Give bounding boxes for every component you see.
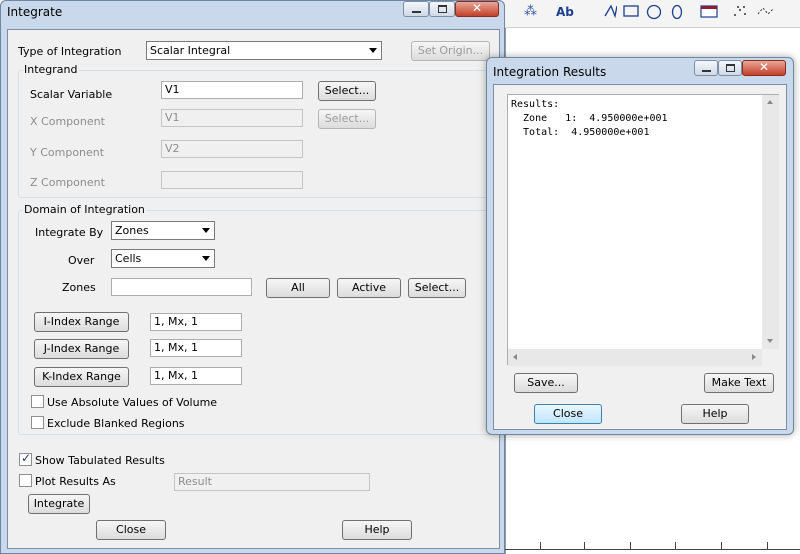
z-component-field[interactable] xyxy=(161,171,303,189)
maximize-button[interactable] xyxy=(429,1,455,17)
make-text-button[interactable]: Make Text xyxy=(704,373,774,393)
plot-results-field[interactable]: Result xyxy=(174,473,370,491)
scroll-left-icon[interactable] xyxy=(513,354,517,360)
text-icon[interactable]: Ab xyxy=(556,5,574,19)
ellipse-icon[interactable] xyxy=(670,4,684,24)
show-tabulated-checkbox[interactable] xyxy=(19,451,32,466)
results-close-button[interactable]: Close xyxy=(534,404,602,424)
results-line: Zone 1: 4.950000e+001 xyxy=(511,113,668,124)
rectangle-icon[interactable] xyxy=(623,5,639,21)
integrate-dialog: Integrate ✕ Type of Integration Scalar I… xyxy=(0,0,505,554)
scalar-variable-field[interactable]: V1 xyxy=(161,81,303,99)
axis-tick xyxy=(767,542,768,550)
domain-legend: Domain of Integration xyxy=(23,203,146,216)
integrate-close-button[interactable]: Close xyxy=(96,520,166,540)
zones-active-button[interactable]: Active xyxy=(337,278,401,298)
close-window-button[interactable]: ✕ xyxy=(455,1,499,17)
absolute-volume-checkbox[interactable] xyxy=(31,395,44,408)
minimize-button[interactable] xyxy=(403,1,429,17)
plot-results-checkbox[interactable] xyxy=(19,474,32,487)
i-index-field[interactable]: 1, Mx, 1 xyxy=(150,313,242,331)
results-body: Results: Zone 1: 4.950000e+001 Total: 4.… xyxy=(493,84,787,430)
axis-tick xyxy=(721,542,722,550)
zones-label: Zones xyxy=(62,281,96,294)
axis-tick xyxy=(675,542,676,550)
scroll-down-icon[interactable] xyxy=(767,339,773,343)
j-index-range-button[interactable]: J-Index Range xyxy=(34,339,129,359)
line-icon[interactable] xyxy=(603,4,618,22)
plot-results-label: Plot Results As xyxy=(35,475,116,488)
axis-tick xyxy=(630,542,631,550)
results-line: Total: 4.950000e+001 xyxy=(511,127,650,138)
results-dialog: Integration Results ✕ Results: Zone 1: 4… xyxy=(486,57,794,435)
frame-icon[interactable] xyxy=(700,5,718,22)
circle-icon[interactable] xyxy=(646,4,662,24)
show-tabulated-label: Show Tabulated Results xyxy=(35,454,165,467)
x-component-field[interactable]: V1 xyxy=(161,109,303,127)
over-label: Over xyxy=(68,254,95,267)
results-title: Integration Results xyxy=(493,65,607,79)
zones-select-button[interactable]: Select... xyxy=(408,278,466,298)
over-select[interactable]: Cells xyxy=(111,249,215,268)
scatter-icon[interactable] xyxy=(732,4,748,22)
x-select-button[interactable]: Select... xyxy=(318,109,376,129)
results-help-button[interactable]: Help xyxy=(681,404,749,424)
y-component-field[interactable]: V2 xyxy=(161,140,303,158)
exclude-blanked-label: Exclude Blanked Regions xyxy=(47,417,185,430)
j-index-field[interactable]: 1, Mx, 1 xyxy=(150,339,242,357)
probe-icon[interactable]: ⁂ xyxy=(524,4,537,19)
results-text-area: Results: Zone 1: 4.950000e+001 Total: 4.… xyxy=(507,94,779,366)
integrand-legend: Integrand xyxy=(23,63,79,76)
axis-line xyxy=(505,549,800,550)
horizontal-scrollbar[interactable] xyxy=(508,349,762,366)
absolute-volume-label: Use Absolute Values of Volume xyxy=(47,396,218,409)
scroll-up-icon[interactable] xyxy=(767,100,773,104)
x-component-label: X Component xyxy=(30,115,105,128)
i-index-range-button[interactable]: I-Index Range xyxy=(34,312,129,332)
zones-all-button[interactable]: All xyxy=(266,278,330,298)
chevron-down-icon xyxy=(369,48,377,53)
y-component-label: Y Component xyxy=(30,146,105,159)
scalar-select-button[interactable]: Select... xyxy=(318,81,376,101)
results-minimize-button[interactable] xyxy=(694,60,718,76)
save-button[interactable]: Save... xyxy=(514,373,578,393)
results-line: Results: xyxy=(511,99,560,110)
axis-tick xyxy=(584,542,585,550)
integrate-by-label: Integrate By xyxy=(35,226,104,239)
k-index-range-button[interactable]: K-Index Range xyxy=(34,367,129,387)
type-select[interactable]: Scalar Integral xyxy=(146,41,382,60)
scalar-variable-label: Scalar Variable xyxy=(30,88,113,101)
vertical-scrollbar[interactable] xyxy=(762,95,779,349)
set-origin-button[interactable]: Set Origin... xyxy=(411,41,490,61)
type-label: Type of Integration xyxy=(18,45,122,58)
exclude-blanked-checkbox[interactable] xyxy=(31,416,44,429)
polyline-icon[interactable] xyxy=(756,4,776,22)
axis-tick xyxy=(540,542,541,550)
integrate-title: Integrate xyxy=(7,5,63,19)
integrate-by-select[interactable]: Zones xyxy=(111,221,215,240)
chevron-down-icon xyxy=(202,228,210,233)
scroll-corner xyxy=(762,349,779,366)
integrate-button[interactable]: Integrate xyxy=(28,494,90,514)
k-index-field[interactable]: 1, Mx, 1 xyxy=(150,367,242,385)
integrate-body: Type of Integration Scalar Integral Set … xyxy=(7,29,500,549)
results-maximize-button[interactable] xyxy=(718,60,742,76)
chevron-down-icon xyxy=(202,256,210,261)
z-component-label: Z Component xyxy=(30,176,105,189)
integrate-help-button[interactable]: Help xyxy=(342,520,412,540)
results-close-window-button[interactable]: ✕ xyxy=(742,60,786,76)
scroll-right-icon[interactable] xyxy=(752,354,756,360)
zones-field[interactable] xyxy=(111,278,252,296)
